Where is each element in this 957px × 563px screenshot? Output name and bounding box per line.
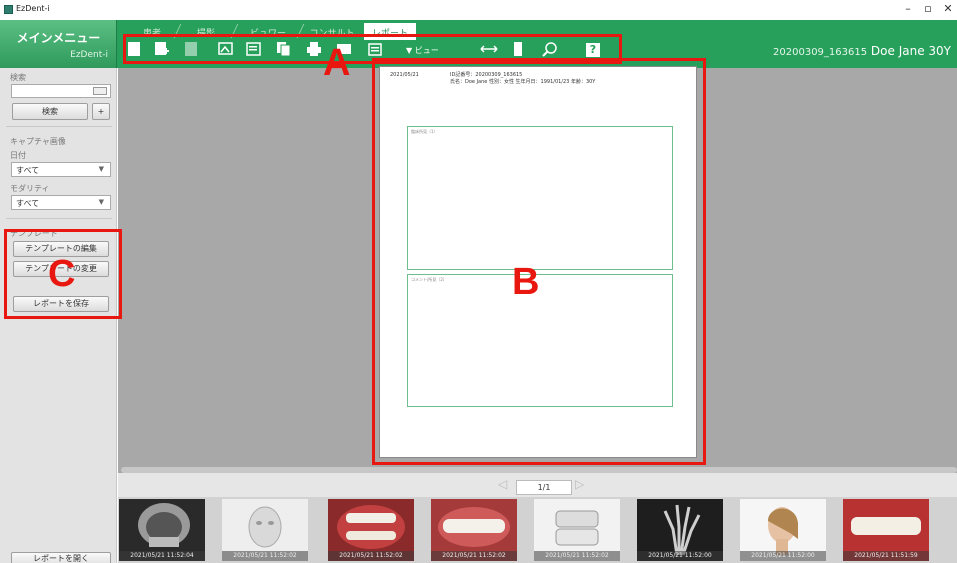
thumbnail-teeth-photo[interactable]: 2021/05/21 11:52:02: [431, 499, 517, 561]
date-value: すべて: [16, 166, 40, 175]
annotation-box-b: [372, 58, 706, 465]
main-menu-label: メインメニュー: [16, 31, 101, 45]
search-button[interactable]: 検索: [12, 103, 88, 120]
search-input[interactable]: [11, 84, 111, 98]
patient-name: Doe Jane 30Y: [870, 44, 951, 58]
annotation-label-a: A: [323, 42, 351, 84]
thumbnail-caption: 2021/05/21 11:52:04: [119, 551, 205, 561]
next-page-icon[interactable]: ▷: [575, 477, 584, 491]
patient-id: 20200309_163615: [773, 47, 868, 58]
chevron-down-icon: ▼: [98, 165, 104, 173]
thumbnail-caption: 2021/05/21 11:52:02: [431, 551, 517, 561]
minimize-button[interactable]: –: [900, 2, 916, 15]
divider: [6, 218, 112, 219]
thumbnail-caption: 2021/05/21 11:52:00: [740, 551, 826, 561]
thumbnail-model-scan[interactable]: 2021/05/21 11:52:02: [534, 499, 620, 561]
patient-info: 20200309_163615 Doe Jane 30Y: [773, 44, 951, 58]
thumbnail-profile-photo[interactable]: 2021/05/21 11:52:00: [740, 499, 826, 561]
thumbnail-caption: 2021/05/21 11:52:00: [637, 551, 723, 561]
thumbnail-caption: 2021/05/21 11:51:59: [843, 551, 929, 561]
title-bar: EzDent-i – ▫ ✕: [0, 0, 957, 20]
add-button[interactable]: +: [92, 103, 110, 120]
date-label: 日付: [10, 151, 26, 160]
date-select[interactable]: すべて ▼: [11, 162, 111, 177]
thumbnail-ceph-xray[interactable]: 2021/05/21 11:52:04: [119, 499, 205, 561]
open-report-button[interactable]: レポートを開く: [11, 552, 111, 563]
annotation-label-b: B: [512, 261, 540, 303]
keyboard-icon[interactable]: [93, 87, 107, 95]
page-number: 1/1: [516, 480, 572, 495]
capture-label: キャプチャ画像: [10, 137, 66, 146]
prev-page-icon[interactable]: ◁: [498, 477, 507, 491]
thumbnail-mouth-photo[interactable]: 2021/05/21 11:52:02: [328, 499, 414, 561]
modality-label: モダリティ: [10, 184, 50, 193]
thumbnail-caption: 2021/05/21 11:52:02: [534, 551, 620, 561]
maximize-button[interactable]: ▫: [920, 2, 936, 15]
modality-value: すべて: [16, 199, 40, 208]
window-title: EzDent-i: [16, 4, 50, 13]
modality-select[interactable]: すべて ▼: [11, 195, 111, 210]
close-button[interactable]: ✕: [940, 2, 956, 15]
divider: [6, 126, 112, 127]
app-icon: [4, 5, 13, 14]
thumbnail-caption: 2021/05/21 11:52:02: [222, 551, 308, 561]
main-menu-button[interactable]: メインメニュー EzDent-i: [0, 20, 117, 68]
thumbnail-teeth-closeup[interactable]: 2021/05/21 11:51:59: [843, 499, 929, 561]
main-menu-sub: EzDent-i: [70, 50, 108, 60]
thumbnail-hand-xray[interactable]: 2021/05/21 11:52:00: [637, 499, 723, 561]
annotation-label-c: C: [48, 253, 76, 295]
thumbnail-face-3d[interactable]: 2021/05/21 11:52:02: [222, 499, 308, 561]
chevron-down-icon: ▼: [98, 198, 104, 206]
search-label: 検索: [10, 73, 26, 82]
thumbnail-caption: 2021/05/21 11:52:02: [328, 551, 414, 561]
